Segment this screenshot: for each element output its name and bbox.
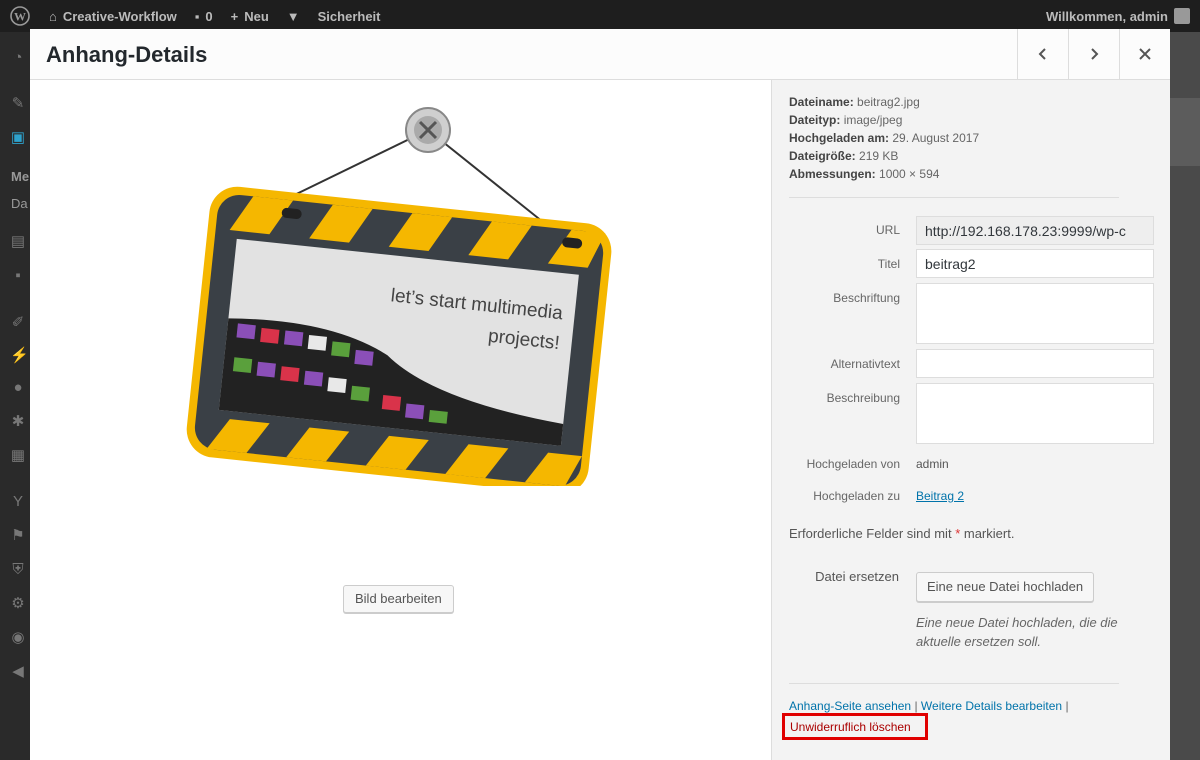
filename-value: beitrag2.jpg: [857, 95, 920, 109]
chevron-right-icon: [1091, 48, 1099, 60]
url-label: URL: [875, 223, 900, 237]
collapse-icon[interactable]: ◀: [10, 664, 26, 680]
pages-icon[interactable]: ▤: [10, 234, 26, 250]
delete-permanently-link[interactable]: Unwiderruflich löschen: [790, 720, 911, 734]
edit-more-details-link[interactable]: Weitere Details bearbeiten: [921, 699, 1062, 713]
wordpress-logo-icon[interactable]: W: [0, 0, 40, 32]
previous-button[interactable]: [1017, 29, 1068, 79]
comments-count: 0: [205, 8, 213, 24]
site-name-label: Creative-Workflow: [62, 8, 177, 24]
plugins-icon[interactable]: ⚡: [10, 348, 29, 364]
avatar: [1174, 8, 1190, 24]
dimensions-row: Abmessungen: 1000 × 594: [789, 165, 979, 183]
sidebar-item-media-partial[interactable]: Me: [11, 169, 29, 184]
filetype-label: Dateityp:: [789, 113, 841, 127]
replace-help-text: Eine neue Datei hochladen, die die aktue…: [916, 615, 1118, 649]
url-field[interactable]: [916, 216, 1154, 245]
attachment-info-pane: Dateiname: beitrag2.jpg Dateityp: image/…: [771, 80, 1170, 760]
replace-file-label: Datei ersetzen: [815, 569, 899, 584]
required-star: *: [955, 526, 961, 541]
required-fields-note: Erforderliche Felder sind mit * markiert…: [789, 526, 1014, 541]
security-link[interactable]: Sicherheit: [309, 0, 390, 32]
dashboard-icon[interactable]: ◔: [10, 50, 26, 66]
caption-field[interactable]: [916, 283, 1154, 344]
comments-icon[interactable]: ▪: [10, 268, 26, 284]
view-attachment-page-link[interactable]: Anhang-Seite ansehen: [789, 699, 911, 713]
required-note-suffix: markiert.: [963, 526, 1015, 541]
comments-link[interactable]: ▪ 0: [186, 0, 222, 32]
gear-icon[interactable]: ⚙: [10, 596, 26, 612]
upload-new-file-button[interactable]: Eine neue Datei hochladen: [916, 572, 1095, 602]
filesize-row: Dateigröße: 219 KB: [789, 147, 979, 165]
yoast-icon[interactable]: Y: [10, 494, 26, 510]
home-icon: ⌂: [49, 8, 57, 24]
dimensions-label: Abmessungen:: [789, 167, 876, 181]
delete-highlight: Unwiderruflich löschen: [782, 713, 928, 740]
uploaded-to-label: Hochgeladen zu: [813, 489, 900, 503]
plus-icon: +: [230, 8, 239, 24]
divider: [789, 197, 1119, 198]
site-name-link[interactable]: ⌂ Creative-Workflow: [40, 0, 186, 32]
admin-sidebar: ◔ ✎ ▣ Me Da ▤ ▪ ✐ ⚡ ● ✱ ▦ Y ⚑ ⛨ ⚙ ◉ ◀: [0, 32, 30, 760]
media-icon[interactable]: ▣: [10, 130, 26, 146]
uploaded-by-value: admin: [916, 457, 949, 471]
sidebar-item-files-partial[interactable]: Da: [11, 196, 28, 211]
title-field[interactable]: [916, 249, 1154, 278]
admin-bar: W ⌂ Creative-Workflow ▪ 0 + Neu ▼ Sicher…: [0, 0, 1200, 32]
comment-bubble-icon: ▪: [194, 8, 200, 24]
pin-icon[interactable]: ✎: [10, 96, 26, 112]
svg-text:W: W: [14, 10, 26, 24]
separator: |: [914, 699, 918, 713]
uploaded-date-row: Hochgeladen am: 29. August 2017: [789, 129, 979, 147]
chevron-left-icon: [1038, 48, 1046, 60]
yoast-link[interactable]: ▼: [278, 0, 309, 32]
image-preview-pane: let’s start multimedia projects! Bild be…: [30, 80, 771, 760]
filesize-label: Dateigröße:: [789, 149, 856, 163]
greeting-label: Willkommen, admin: [1046, 8, 1168, 24]
separator: |: [1065, 699, 1069, 713]
divider: [789, 683, 1119, 684]
new-label: Neu: [244, 8, 269, 24]
filetype-row: Dateityp: image/jpeg: [789, 111, 979, 129]
required-note-text: Erforderliche Felder sind mit: [789, 526, 952, 541]
file-details: Dateiname: beitrag2.jpg Dateityp: image/…: [789, 93, 979, 183]
filetype-value: image/jpeg: [843, 113, 903, 127]
shield-icon[interactable]: ⛨: [10, 562, 26, 578]
uploaded-date-value: 29. August 2017: [892, 131, 980, 145]
yoast-icon: ▼: [286, 8, 300, 24]
caption-label: Beschriftung: [833, 291, 900, 305]
users-icon[interactable]: ●: [10, 380, 26, 396]
uploaded-date-label: Hochgeladen am:: [789, 131, 890, 145]
new-content-link[interactable]: + Neu: [222, 0, 278, 32]
security-label: Sicherheit: [317, 8, 381, 24]
d-circle-icon[interactable]: ◉: [10, 630, 26, 646]
title-label: Titel: [877, 257, 900, 271]
description-label: Beschreibung: [826, 391, 900, 405]
uploaded-to-link[interactable]: Beitrag 2: [916, 489, 964, 503]
uploaded-by-label: Hochgeladen von: [806, 457, 900, 471]
description-field[interactable]: [916, 383, 1154, 444]
edit-image-button[interactable]: Bild bearbeiten: [343, 585, 454, 613]
attachment-image: let’s start multimedia projects!: [180, 106, 620, 494]
close-icon: [1139, 48, 1151, 60]
account-menu[interactable]: Willkommen, admin: [1046, 8, 1200, 24]
plugin-icon[interactable]: ⚑: [10, 528, 26, 544]
alt-text-label: Alternativtext: [830, 357, 900, 371]
background-content-strip: [1170, 32, 1200, 760]
attachment-actions: Anhang-Seite ansehen | Weitere Details b…: [789, 699, 1069, 713]
appearance-icon[interactable]: ✐: [10, 315, 26, 331]
attachment-details-modal: Anhang-Details let’s start multimedia pr…: [30, 29, 1170, 760]
filename-label: Dateiname:: [789, 95, 854, 109]
close-button[interactable]: [1119, 29, 1170, 79]
modal-header: Anhang-Details: [30, 29, 1170, 80]
filename-row: Dateiname: beitrag2.jpg: [789, 93, 979, 111]
settings-icon[interactable]: ▦: [10, 448, 26, 464]
next-button[interactable]: [1068, 29, 1119, 79]
filesize-value: 219 KB: [859, 149, 899, 163]
alt-text-field[interactable]: [916, 349, 1154, 378]
tools-icon[interactable]: ✱: [10, 414, 26, 430]
dimensions-value: 1000 × 594: [879, 167, 940, 181]
modal-title: Anhang-Details: [46, 42, 208, 67]
